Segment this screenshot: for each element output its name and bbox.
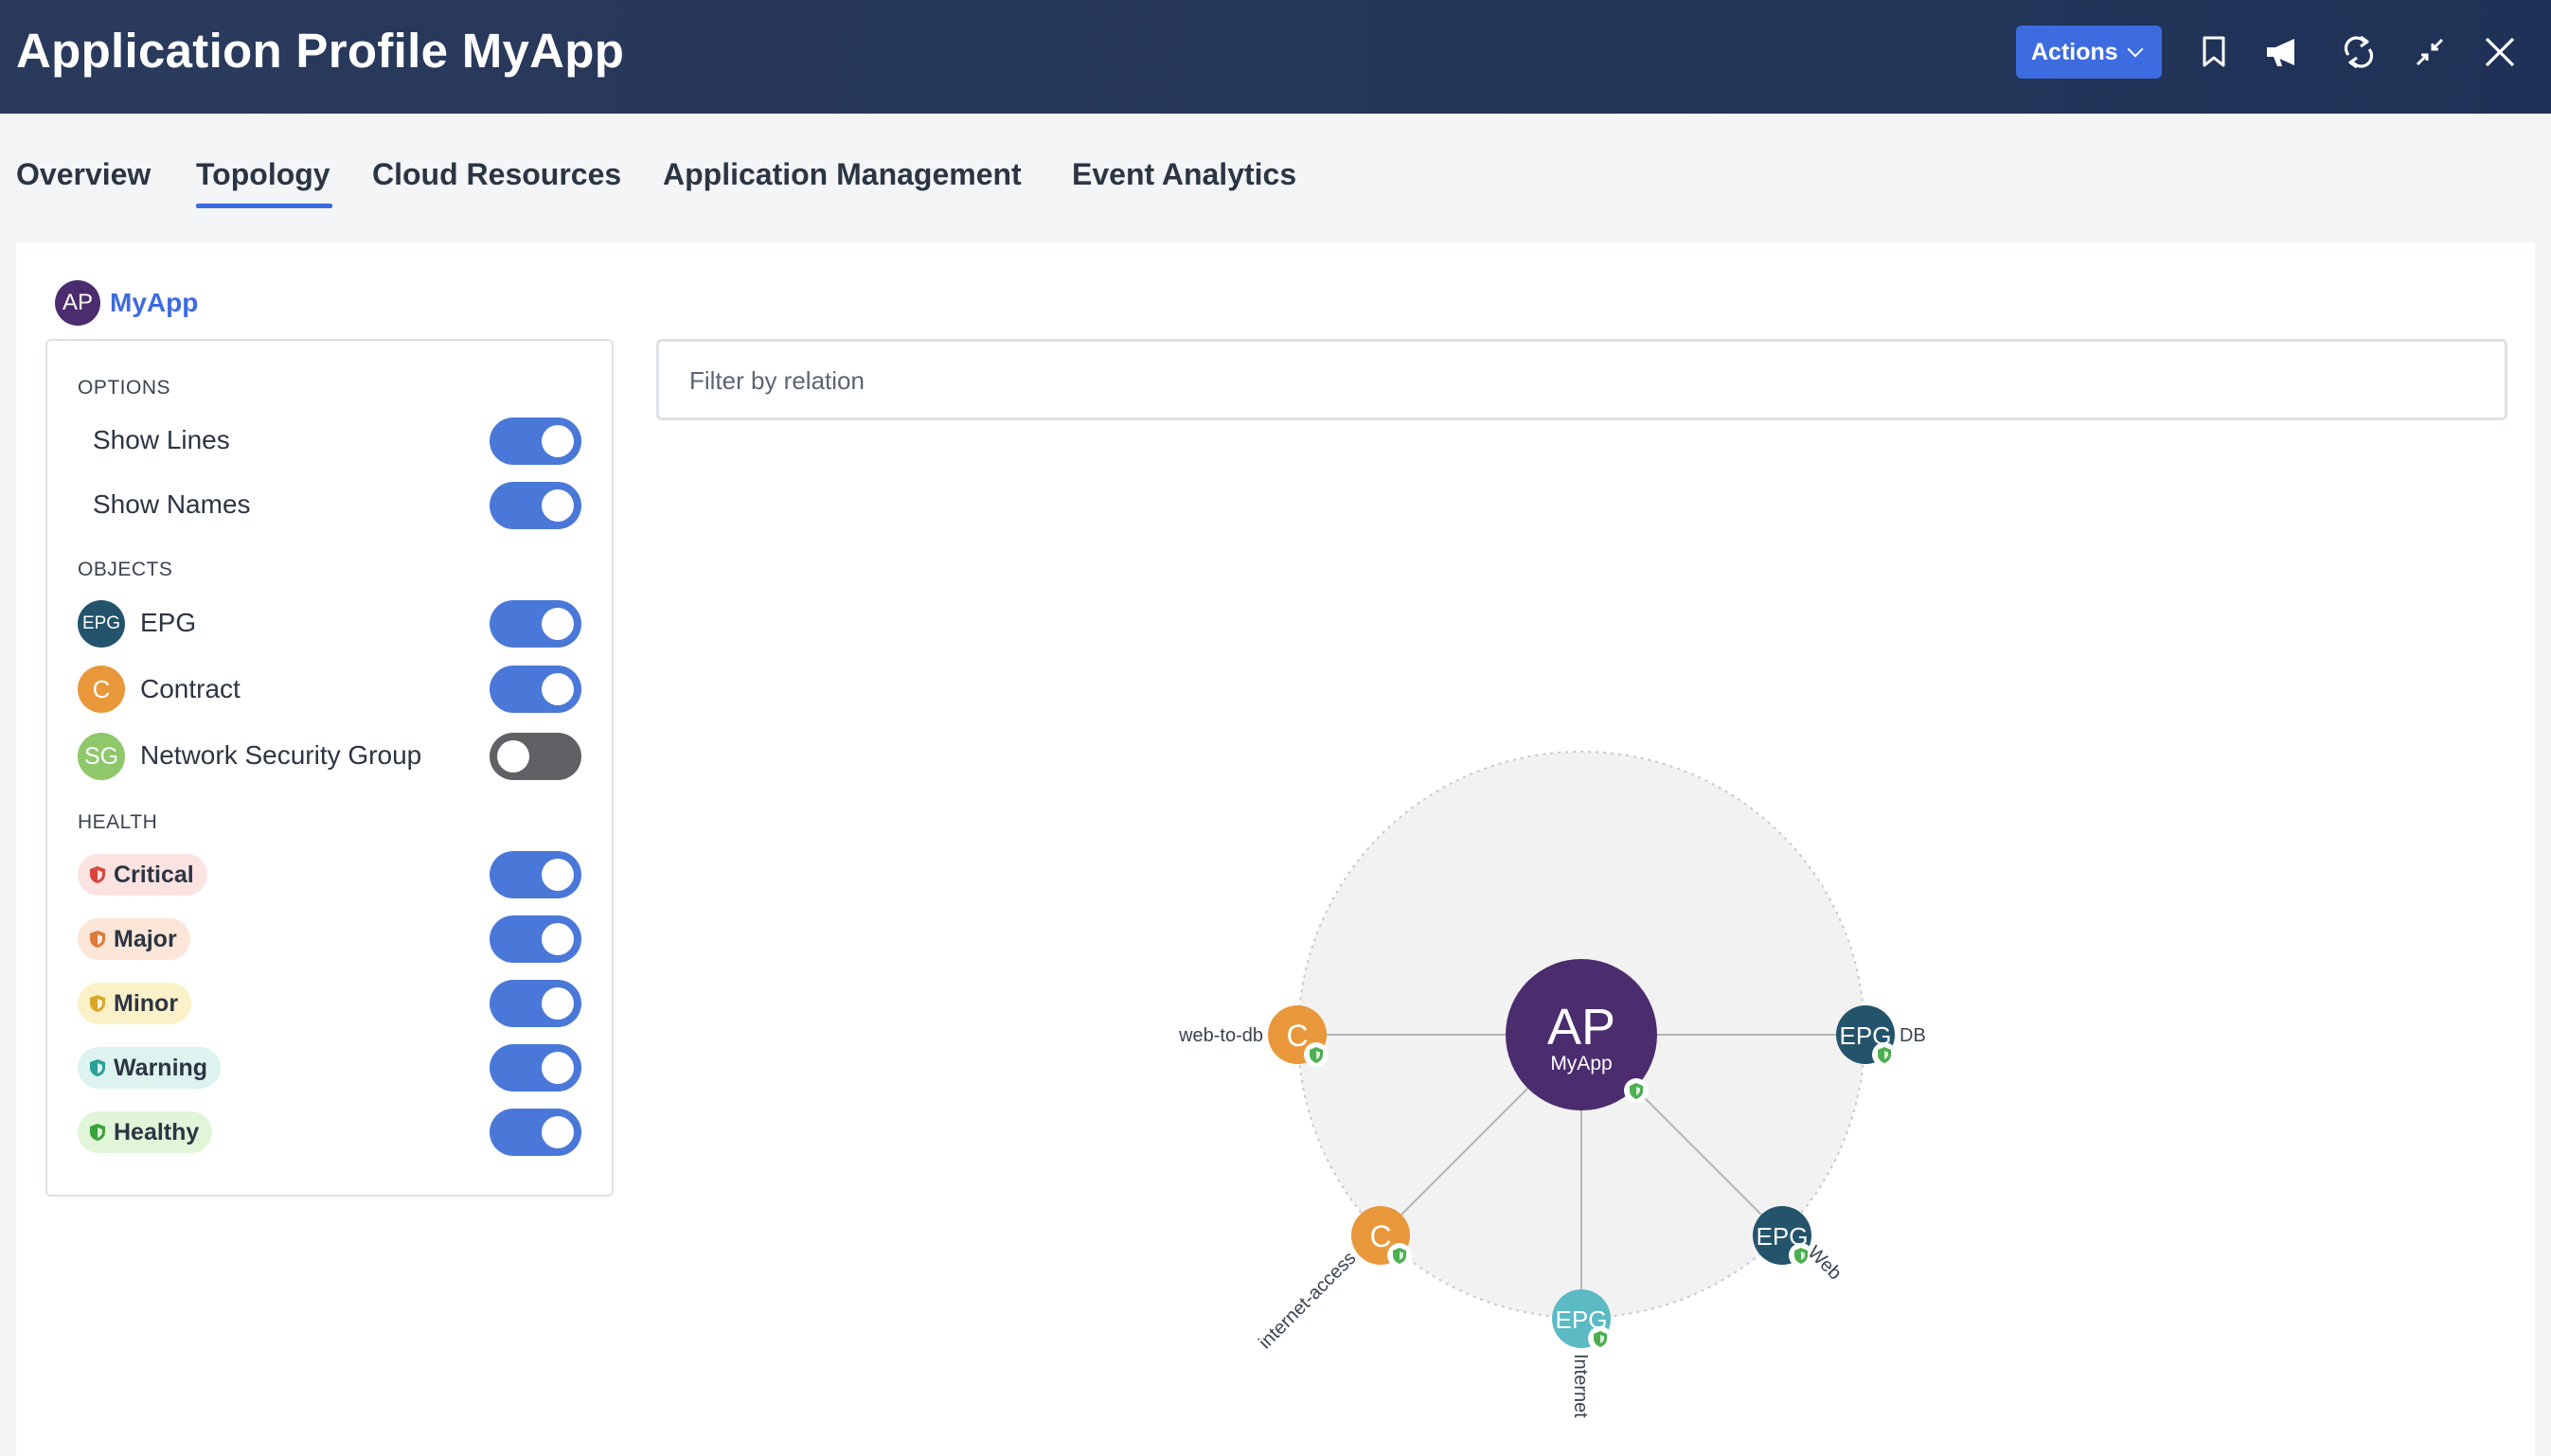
node-name: MyApp (1550, 1053, 1612, 1074)
epg-node-web[interactable]: EPG Web (1753, 1206, 1846, 1284)
node-name: DB (1900, 1025, 1926, 1046)
node-abbr: AP (1547, 999, 1615, 1056)
app-profile-node[interactable]: AP MyApp (1506, 959, 1657, 1110)
node-name: web-to-db (1178, 1025, 1263, 1046)
contract-node-internet-access[interactable]: C internet-access (1255, 1206, 1412, 1353)
node-name: internet-access (1255, 1248, 1360, 1353)
contract-node-web-to-db[interactable]: C web-to-db (1178, 1005, 1329, 1067)
node-abbr: C (1369, 1219, 1391, 1253)
node-name: Internet (1570, 1354, 1591, 1418)
node-abbr: C (1286, 1019, 1308, 1053)
epg-node-internet[interactable]: EPG Internet (1552, 1289, 1613, 1418)
epg-node-db[interactable]: EPG DB (1836, 1005, 1926, 1067)
topology-graph: AP MyApp C web-to-db EPG DB C internet-a… (1178, 751, 1926, 1418)
